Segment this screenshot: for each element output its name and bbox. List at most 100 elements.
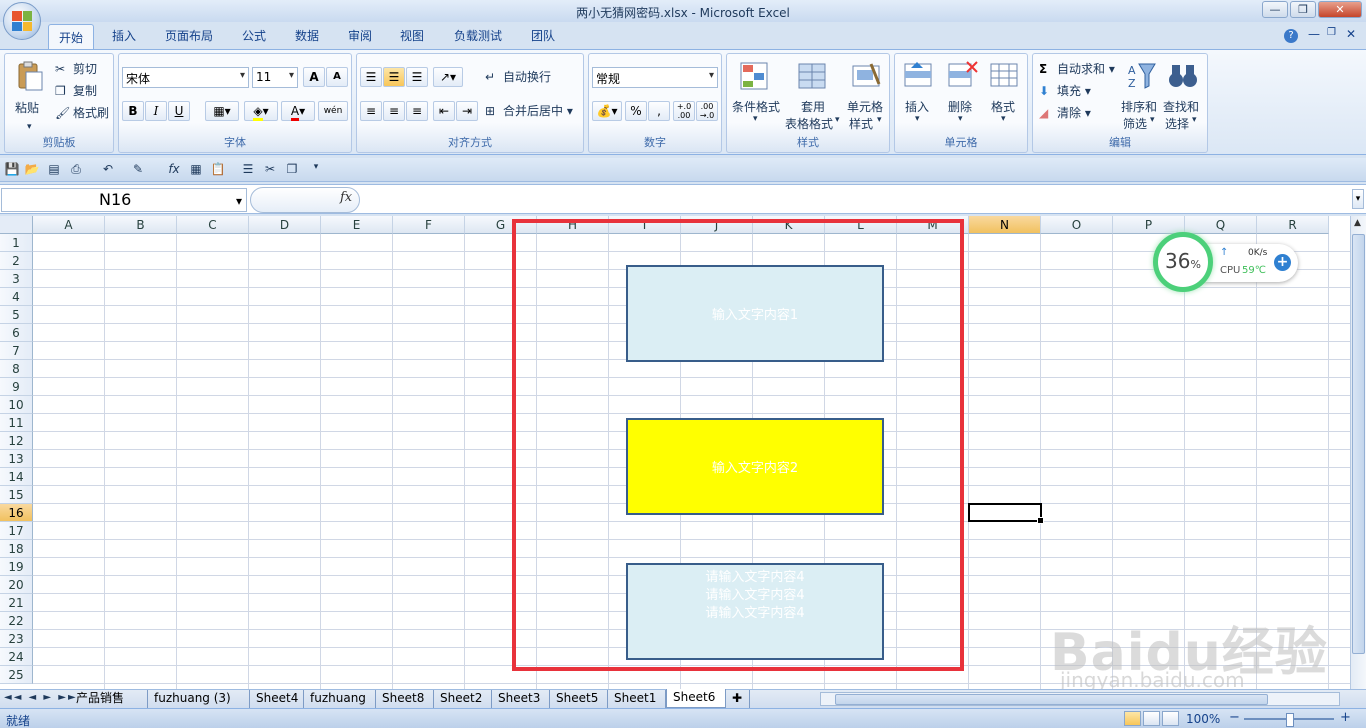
maximize-button[interactable]: ❐	[1290, 1, 1316, 18]
print-icon[interactable]: ⎙	[68, 162, 84, 178]
row-header-21[interactable]: 21	[0, 594, 33, 612]
fill-button[interactable]: ⬇ 填充 ▾	[1039, 82, 1091, 100]
row-header-2[interactable]: 2	[0, 252, 33, 270]
delete-cells-icon[interactable]	[947, 60, 979, 92]
horizontal-scroll-thumb[interactable]	[835, 694, 1268, 705]
zoom-slider[interactable]	[1244, 713, 1334, 727]
find-select-button-line1[interactable]: 查找和	[1163, 98, 1199, 115]
sheet-nav-buttons[interactable]: ◄◄ ◄ ► ►►	[4, 692, 78, 703]
grid-icon[interactable]: ▦	[188, 162, 204, 178]
tab-formulas[interactable]: 公式	[242, 27, 266, 44]
font-size-select[interactable]: 11	[252, 67, 298, 88]
row-header-12[interactable]: 12	[0, 432, 33, 450]
row-header-20[interactable]: 20	[0, 576, 33, 594]
sheet-tab-fuzhuang-3-[interactable]: fuzhuang (3)	[148, 690, 250, 708]
sheet-tab-sheet8[interactable]: Sheet8	[376, 690, 434, 708]
row-header-11[interactable]: 11	[0, 414, 33, 432]
conditional-dropdown-icon[interactable]: ▾	[753, 114, 758, 124]
increase-decimal-button[interactable]: +.0 .00	[673, 101, 695, 121]
sort-filter-button-line2[interactable]: 筛选	[1123, 115, 1147, 132]
row-header-3[interactable]: 3	[0, 270, 33, 288]
insert-sheet-icon[interactable]: ✚	[726, 690, 750, 708]
row-header-23[interactable]: 23	[0, 630, 33, 648]
list-icon[interactable]: ☰	[240, 162, 256, 178]
find-dropdown-icon[interactable]: ▾	[1192, 115, 1197, 125]
currency-icon[interactable]: 💰▾	[592, 101, 622, 121]
tab-review[interactable]: 审阅	[348, 27, 372, 44]
tab-home[interactable]: 开始	[48, 24, 95, 50]
cut-button[interactable]: ✂ 剪切	[55, 60, 97, 78]
insert-cells-icon[interactable]	[903, 60, 935, 92]
cell-styles-button-line2[interactable]: 样式	[849, 115, 873, 132]
decrease-indent-icon[interactable]: ⇤	[433, 101, 455, 121]
format-cells-button[interactable]: 格式	[991, 98, 1015, 115]
print-preview-icon[interactable]: ▤	[46, 162, 62, 178]
bold-button[interactable]: B	[122, 101, 144, 121]
borders-button[interactable]: ▦▾	[205, 101, 239, 121]
autosum-button[interactable]: Σ 自动求和 ▾	[1039, 60, 1115, 78]
normal-view-icon[interactable]	[1124, 711, 1141, 726]
function-icon[interactable]: fx	[166, 162, 182, 178]
row-header-13[interactable]: 13	[0, 450, 33, 468]
cell-styles-button-line1[interactable]: 单元格	[847, 98, 883, 115]
plus-icon[interactable]: +	[1274, 254, 1291, 271]
find-select-button-line2[interactable]: 选择	[1165, 115, 1189, 132]
text-box-3[interactable]: 请输入文字内容4 请输入文字内容4 请输入文字内容4	[626, 563, 884, 660]
format-dropdown-icon[interactable]: ▾	[1001, 114, 1006, 124]
delete-cells-button[interactable]: 删除	[948, 98, 972, 115]
align-right-icon[interactable]: ≡	[406, 101, 428, 121]
vertical-scrollbar[interactable]: ▲	[1350, 216, 1366, 689]
office-button[interactable]	[3, 2, 41, 40]
align-middle-icon[interactable]: ☰	[383, 67, 405, 87]
column-header-f[interactable]: F	[393, 216, 465, 234]
column-header-c[interactable]: C	[177, 216, 249, 234]
align-top-icon[interactable]: ☰	[360, 67, 382, 87]
copy-small-icon[interactable]: ❐	[284, 162, 300, 178]
row-header-18[interactable]: 18	[0, 540, 33, 558]
ribbon-minimize-button[interactable]: —	[1308, 27, 1320, 41]
shrink-font-button[interactable]: A	[326, 67, 348, 87]
sheet-tab-sheet5[interactable]: Sheet5	[550, 690, 608, 708]
font-name-select[interactable]: 宋体	[122, 67, 249, 88]
save-icon[interactable]: 💾	[4, 162, 20, 178]
paste-icon[interactable]	[13, 60, 45, 92]
tab-insert[interactable]: 插入	[112, 27, 136, 44]
clear-button[interactable]: ◢ 清除 ▾	[1039, 104, 1091, 122]
row-header-22[interactable]: 22	[0, 612, 33, 630]
orientation-icon[interactable]: ↗▾	[433, 67, 463, 87]
table-format-icon[interactable]	[797, 60, 829, 92]
insert-dropdown-icon[interactable]: ▾	[915, 114, 920, 124]
minimize-button[interactable]: —	[1262, 1, 1288, 18]
row-header-7[interactable]: 7	[0, 342, 33, 360]
active-cell-n16[interactable]	[968, 503, 1044, 524]
cell-styles-icon[interactable]	[851, 60, 883, 92]
phonetic-button[interactable]: wén	[318, 101, 348, 121]
font-color-button[interactable]: A▾	[281, 101, 315, 121]
underline-button[interactable]: U	[168, 101, 190, 121]
expand-formula-bar-icon[interactable]: ▾	[1352, 189, 1364, 209]
sheet-tab--[interactable]: 产品销售	[70, 690, 148, 708]
align-left-icon[interactable]: ≡	[360, 101, 382, 121]
column-header-d[interactable]: D	[249, 216, 321, 234]
increase-indent-icon[interactable]: ⇥	[456, 101, 478, 121]
tab-view[interactable]: 视图	[400, 27, 424, 44]
format-painter-button[interactable]: 🖌 格式刷	[55, 104, 109, 122]
pen-icon[interactable]: ✎	[130, 162, 146, 178]
help-icon[interactable]: ?	[1284, 29, 1298, 43]
table-format-button-line1[interactable]: 套用	[801, 98, 825, 115]
ribbon-close-button[interactable]: ✕	[1346, 27, 1356, 41]
cell-styles-dropdown-icon[interactable]: ▾	[877, 115, 882, 125]
row-header-1[interactable]: 1	[0, 234, 33, 252]
formula-input[interactable]	[362, 187, 1350, 213]
binoculars-icon[interactable]	[1167, 60, 1199, 92]
align-center-icon[interactable]: ≡	[383, 101, 405, 121]
table-format-button-line2[interactable]: 表格格式	[785, 115, 833, 132]
conditional-format-icon[interactable]	[739, 60, 771, 92]
copy-button[interactable]: ❐ 复制	[55, 82, 97, 100]
undo-icon[interactable]: ↶	[100, 162, 116, 178]
row-header-15[interactable]: 15	[0, 486, 33, 504]
open-icon[interactable]: 📂	[24, 162, 40, 178]
row-header-14[interactable]: 14	[0, 468, 33, 486]
merge-center-button[interactable]: ⊞ 合并后居中 ▾	[485, 102, 573, 120]
sheet-tab-fuzhuang[interactable]: fuzhuang	[304, 690, 376, 708]
